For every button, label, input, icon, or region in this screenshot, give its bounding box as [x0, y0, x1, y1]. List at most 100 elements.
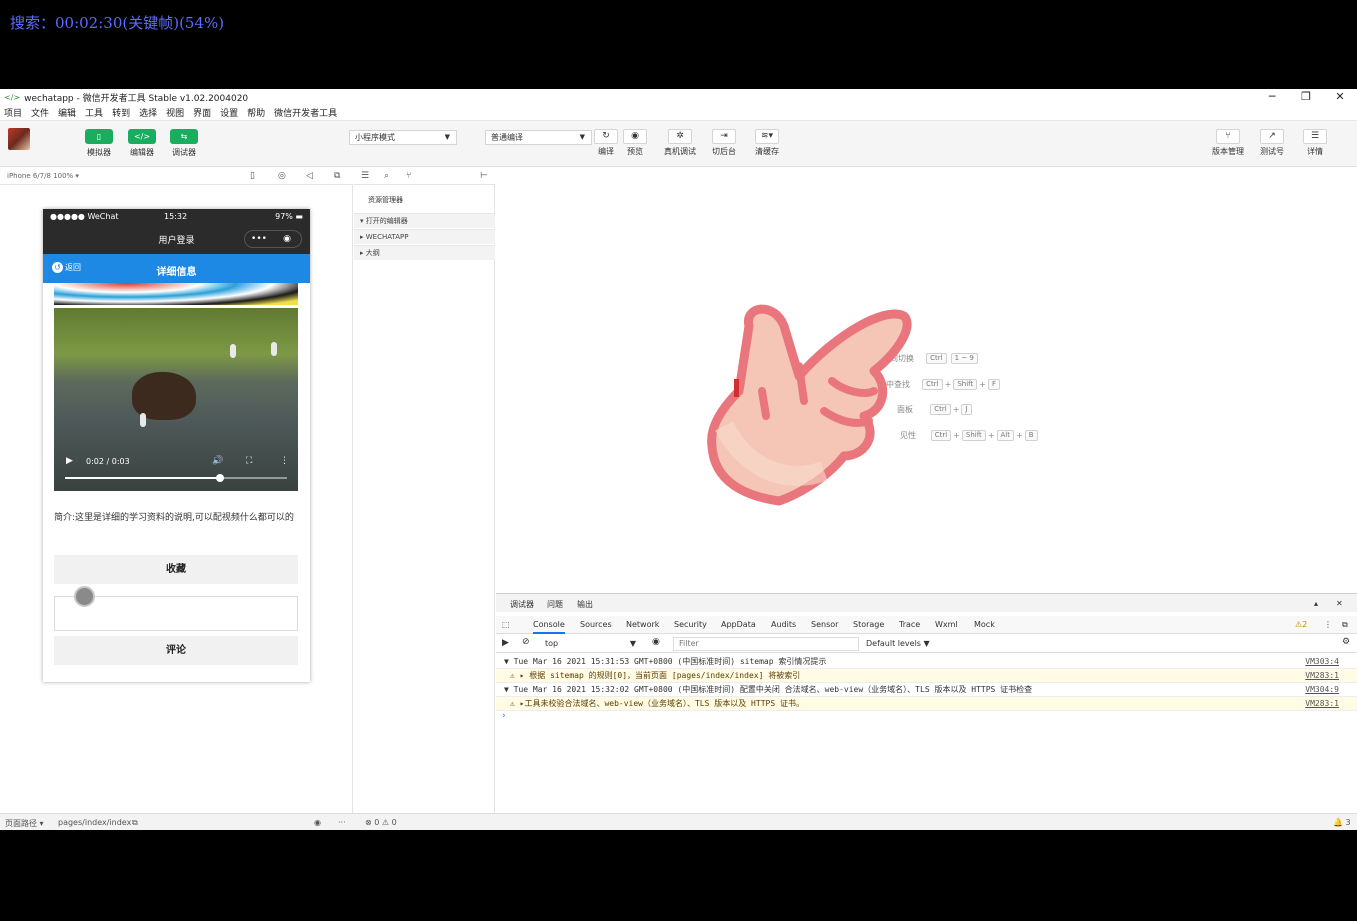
console-log-row[interactable]: ▼ Tue Mar 16 2021 15:31:53 GMT+0800 (中国标…: [496, 655, 1357, 669]
menu-tools[interactable]: 工具: [85, 106, 103, 119]
menu-devtools[interactable]: 微信开发者工具: [274, 106, 337, 119]
tab-sources[interactable]: Sources: [580, 620, 612, 629]
favorite-button[interactable]: 收藏: [54, 555, 298, 584]
debugger-toggle[interactable]: ⇆ 调试器: [170, 129, 198, 158]
gear-icon[interactable]: ⚙: [1342, 637, 1350, 647]
log-levels-select[interactable]: Default levels ▼: [866, 639, 930, 648]
tab-console[interactable]: Console: [533, 620, 565, 634]
volume-icon[interactable]: 🔊: [212, 456, 223, 466]
menu-select[interactable]: 选择: [139, 106, 157, 119]
simulator-toggle[interactable]: ▯ 模拟器: [85, 129, 113, 158]
console-warning-row[interactable]: ⚠ ▸工具未校验合法域名、web-view（业务域名）、TLS 版本以及 HTT…: [496, 697, 1357, 711]
more-icon[interactable]: •••: [245, 234, 273, 244]
context-select[interactable]: top ▼: [540, 638, 640, 650]
more-vertical-icon[interactable]: ⋮: [1324, 620, 1332, 629]
console-tabs: ⬚ Console Sources Network Security AppDa…: [496, 616, 1357, 634]
explorer-section-wechatapp[interactable]: ▸ WECHATAPP: [354, 229, 495, 244]
video-progress-bar[interactable]: [65, 474, 287, 482]
warning-count-badge[interactable]: ⚠2: [1295, 620, 1307, 629]
tab-issues[interactable]: 问题: [547, 599, 563, 610]
play-icon[interactable]: ▶: [66, 456, 73, 466]
volume-icon[interactable]: ◁: [306, 171, 313, 181]
tab-network[interactable]: Network: [626, 620, 659, 629]
page-path-label[interactable]: 页面路径 ▾: [5, 818, 44, 829]
error-warning-counter[interactable]: ⊗ 0 ⚠ 0: [365, 818, 397, 827]
explorer-title: 资源管理器: [368, 196, 403, 204]
explorer-section-open-editors[interactable]: ▾ 打开的编辑器: [354, 213, 495, 228]
tab-debugger[interactable]: 调试器: [510, 599, 534, 610]
tab-trace[interactable]: Trace: [899, 620, 920, 629]
sidebar-toggle-icon[interactable]: ▶: [502, 638, 509, 648]
menu-edit[interactable]: 编辑: [58, 106, 76, 119]
log-source-link[interactable]: VM303:4: [1305, 655, 1339, 669]
video-progress-knob[interactable]: [216, 474, 225, 482]
menu-project[interactable]: 项目: [4, 106, 22, 119]
chevron-up-icon[interactable]: ▴: [1314, 599, 1318, 608]
details-button[interactable]: ☰ 详情: [1303, 129, 1327, 157]
more-icon[interactable]: ···: [338, 818, 346, 827]
compile-mode-select[interactable]: 普通编译 ▼: [485, 130, 592, 145]
clear-console-icon[interactable]: ⊘: [522, 637, 530, 647]
video-time: 0:02 / 0:03: [86, 457, 130, 466]
real-device-debug-button[interactable]: ✲ 真机调试: [664, 129, 696, 157]
tab-security[interactable]: Security: [674, 620, 707, 629]
collapse-icon[interactable]: ⊢: [480, 171, 488, 181]
fullscreen-icon[interactable]: ⛶: [246, 456, 252, 466]
user-avatar[interactable]: [8, 128, 30, 150]
list-icon[interactable]: ☰: [361, 171, 369, 181]
comment-button[interactable]: 评论: [54, 636, 298, 665]
bookmark-icon[interactable]: ▯: [250, 171, 255, 181]
notification-bell[interactable]: 🔔 3: [1333, 818, 1351, 827]
menu-file[interactable]: 文件: [31, 106, 49, 119]
console-warning-row[interactable]: ⚠ ▸ 根据 sitemap 的规则[0]，当前页面 [pages/index/…: [496, 669, 1357, 683]
popout-icon[interactable]: ⧉: [334, 171, 340, 181]
menu-view[interactable]: 视图: [166, 106, 184, 119]
record-icon[interactable]: ◎: [278, 171, 286, 181]
explorer-section-outline[interactable]: ▸ 大纲: [354, 245, 495, 260]
menu-interface[interactable]: 界面: [193, 106, 211, 119]
test-id-button[interactable]: ↗ 测试号: [1260, 129, 1284, 157]
close-panel-icon[interactable]: ✕: [1336, 599, 1343, 608]
filter-input[interactable]: Filter: [673, 637, 859, 651]
close-button[interactable]: ✕: [1323, 89, 1357, 105]
editor-toggle[interactable]: </> 编辑器: [128, 129, 156, 158]
tab-storage[interactable]: Storage: [853, 620, 884, 629]
tab-sensor[interactable]: Sensor: [811, 620, 838, 629]
preview-button[interactable]: ◉ 预览: [623, 129, 647, 157]
menu-help[interactable]: 帮助: [247, 106, 265, 119]
touch-cursor: [74, 586, 95, 607]
clear-cache-button[interactable]: ≋▾ 清缓存: [755, 129, 779, 157]
eye-icon[interactable]: ◉: [652, 637, 660, 647]
menu-goto[interactable]: 转到: [112, 106, 130, 119]
console-log-row[interactable]: ▼ Tue Mar 16 2021 15:32:02 GMT+0800 (中国标…: [496, 683, 1357, 697]
minimize-button[interactable]: ─: [1255, 89, 1289, 105]
dock-icon[interactable]: ⧉: [1342, 620, 1348, 630]
details-label: 详情: [1307, 147, 1323, 156]
explorer-header: ☰ ⌕ ⑂ ⊢: [354, 168, 495, 185]
tab-audits[interactable]: Audits: [771, 620, 796, 629]
menu-settings[interactable]: 设置: [220, 106, 238, 119]
git-icon[interactable]: ⑂: [406, 171, 411, 181]
version-management-button[interactable]: ⑂ 版本管理: [1212, 129, 1244, 157]
background-button[interactable]: ⇥ 切后台: [712, 129, 736, 157]
tab-appdata[interactable]: AppData: [721, 620, 756, 629]
inspect-icon[interactable]: ⬚: [502, 620, 510, 629]
log-source-link[interactable]: VM283:1: [1305, 669, 1339, 683]
console-prompt[interactable]: ›: [496, 711, 1357, 721]
log-source-link[interactable]: VM283:1: [1305, 697, 1339, 711]
log-source-link[interactable]: VM304:9: [1305, 683, 1339, 697]
tab-wxml[interactable]: Wxml: [935, 620, 958, 629]
video-player[interactable]: ▶ 0:02 / 0:03 🔊 ⛶ ⋮: [54, 308, 298, 491]
eye-icon[interactable]: ◉: [314, 818, 321, 827]
mode-select[interactable]: 小程序模式 ▼: [349, 130, 457, 145]
search-icon[interactable]: ⌕: [384, 171, 389, 181]
tab-mock[interactable]: Mock: [974, 620, 995, 629]
copy-icon[interactable]: ⧉: [132, 818, 138, 828]
tab-output[interactable]: 输出: [577, 599, 593, 610]
restore-button[interactable]: ❐: [1289, 89, 1323, 105]
debugger-label: 调试器: [172, 148, 196, 157]
close-target-icon[interactable]: ◉: [273, 234, 301, 244]
more-vertical-icon[interactable]: ⋮: [280, 456, 289, 466]
device-select[interactable]: iPhone 6/7/8 100% ▾: [7, 172, 79, 180]
compile-button[interactable]: ↻ 编译: [594, 129, 618, 157]
